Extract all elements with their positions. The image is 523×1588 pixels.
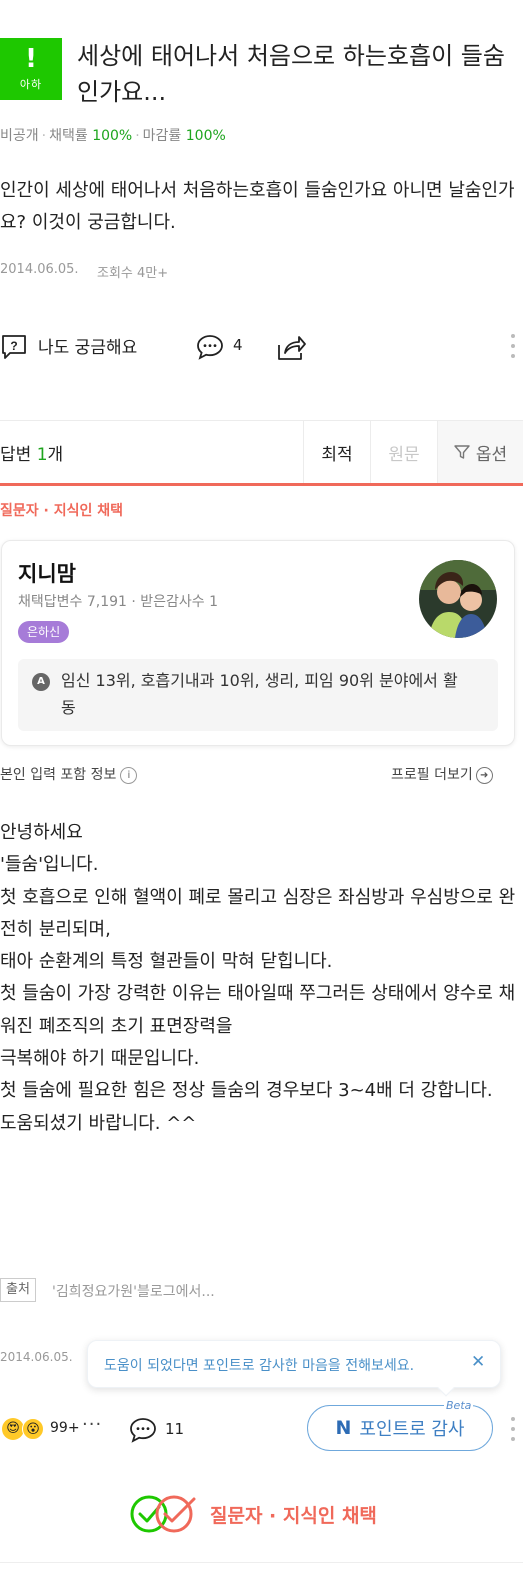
adoption-rate-value: 100% <box>92 128 133 144</box>
sort-original-tab[interactable]: 원문 <box>370 421 437 483</box>
source-tag: 출처 <box>0 1278 36 1302</box>
question-views: 조회수 4만+ <box>97 266 169 281</box>
options-label: 옵션 <box>475 444 508 465</box>
answerer-stats: 채택답변수 7,191 · 받은감사수 1 <box>18 594 219 610</box>
answer-line: '들숨'입니다. <box>0 854 99 876</box>
tooltip-text: 도움이 되었다면 포인트로 감사한 마음을 전해보세요. <box>104 1358 415 1374</box>
adopted-label: 질문자 · 지식인 채택 <box>0 503 123 519</box>
wow-emoji-icon[interactable]: 😮 <box>22 1418 44 1440</box>
close-rate-value: 100% <box>185 128 226 144</box>
answer-line: 첫 들숨에 필요한 힘은 정상 들숨의 경우보다 3~4배 더 강합니다. <box>0 1080 493 1102</box>
reaction-more-icon[interactable]: ··· <box>82 1414 102 1435</box>
answer-line: 태아 순환계의 특정 혈관들이 막혀 닫힙니다. <box>0 951 333 973</box>
sort-best-tab[interactable]: 최적 <box>303 421 370 483</box>
rank-badge: 은하신 <box>18 621 70 643</box>
comment-count: 4 <box>233 336 243 354</box>
answer-count-suffix: 개 <box>47 445 64 465</box>
comment-icon[interactable] <box>129 1416 157 1448</box>
exclamation-icon: ! <box>25 44 37 74</box>
answer-line: 첫 들숨이 가장 강력한 이유는 태아일때 쭈그러든 상태에서 양수로 채워진 … <box>0 983 516 1037</box>
reaction-count: 99+ <box>50 1420 80 1436</box>
more-options-icon[interactable] <box>510 333 516 363</box>
info-included[interactable]: 본인 입력 포함 정보 i <box>0 764 138 784</box>
info-icon[interactable]: i <box>120 766 138 784</box>
answer-comment-count: 11 <box>165 1420 185 1438</box>
question-title: 세상에 태어나서 처음으로 하는호흡이 들숨인가요... <box>77 42 505 106</box>
adopted-footer-label: 질문자 · 지식인 채택 <box>210 1504 377 1527</box>
answer-date: 2014.06.05. <box>0 1350 73 1364</box>
double-check-icon <box>130 1495 196 1533</box>
answer-count: 답변 1개 <box>0 440 63 465</box>
close-icon[interactable]: ✕ <box>471 1352 485 1372</box>
arrow-right-icon: ➜ <box>475 766 493 784</box>
activity-text: 임신 13위, 호흡기내과 10위, 생리, 피임 90위 분야에서 활동 <box>61 671 458 717</box>
source-link[interactable]: '김희정요가원'블로그에서... <box>52 1281 215 1301</box>
answer-count-prefix: 답변 <box>0 445 32 465</box>
answer-line: 안녕하세요 <box>0 822 83 843</box>
sort-controls: 최적 원문 옵션 <box>303 421 523 483</box>
point-thanks-label: 포인트로 감사 <box>359 1419 465 1440</box>
tab-underline <box>0 483 523 486</box>
adopted-footer: 질문자 · 지식인 채택 <box>128 1493 377 1535</box>
filter-icon <box>454 445 470 459</box>
more-options-icon[interactable] <box>510 1416 516 1446</box>
question-body: 인간이 세상에 태어나서 처음하는호흡이 들숨인가요 아니면 날숨인가요? 이것… <box>0 180 515 233</box>
options-button[interactable]: 옵션 <box>437 421 523 483</box>
close-rate-label: 마감률 <box>142 128 182 144</box>
divider <box>0 1562 523 1563</box>
love-emoji-icon[interactable]: 😍 <box>2 1418 24 1440</box>
curious-button[interactable]: 나도 궁금해요 <box>38 333 137 358</box>
info-included-label: 본인 입력 포함 정보 <box>0 767 117 783</box>
avatar[interactable] <box>419 560 497 638</box>
question-date: 2014.06.05. <box>0 262 79 277</box>
answer-line: 도움되셨기 바랍니다. ^^ <box>0 1112 197 1134</box>
beta-badge: Beta <box>444 1399 474 1412</box>
answer-count-number: 1 <box>36 445 48 465</box>
answer-line: 첫 호흡으로 인해 혈액이 폐로 몰리고 심장은 좌심방과 우심방으로 완전히 … <box>0 886 516 940</box>
svg-text:?: ? <box>10 339 17 353</box>
adoption-rate-label: 채택률 <box>49 128 88 144</box>
comment-icon[interactable] <box>196 333 224 365</box>
badge-label: 아하 <box>19 78 43 91</box>
aha-badge: ! 아하 <box>0 38 62 100</box>
answerer-name[interactable]: 지니맘 <box>18 558 76 588</box>
question-meta: 비공개 · 채택률 100% · 마감률 100% <box>0 128 226 144</box>
profile-more-link[interactable]: 프로필 더보기 ➜ <box>391 764 493 784</box>
share-icon[interactable] <box>275 331 307 367</box>
naver-pay-icon: N <box>335 1417 352 1439</box>
privacy-label: 비공개 <box>0 128 39 144</box>
question-mark-icon[interactable]: ? <box>0 333 28 365</box>
activity-icon: A <box>32 673 50 691</box>
answer-line: 극복해야 하기 때문입니다. <box>0 1048 200 1070</box>
answer-body: 안녕하세요 '들숨'입니다. 첫 호흡으로 인해 혈액이 폐로 몰리고 심장은 … <box>0 817 520 1140</box>
profile-more-label: 프로필 더보기 <box>391 767 473 783</box>
